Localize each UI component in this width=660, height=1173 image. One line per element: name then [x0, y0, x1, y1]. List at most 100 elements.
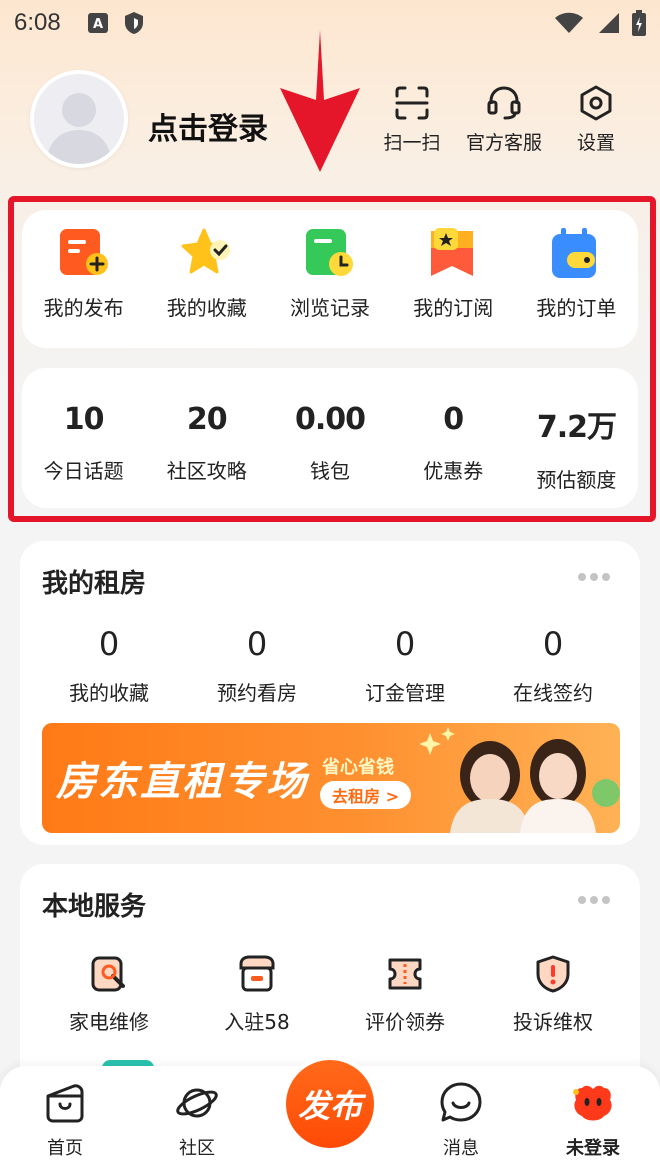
settings-button[interactable]: 设置	[550, 84, 642, 155]
default-avatar-icon	[34, 74, 124, 164]
rent-card-title: 我的租房	[42, 569, 147, 599]
service-label: 入驻58	[224, 1010, 290, 1034]
stat-community-guides[interactable]: 20 社区攻略	[145, 402, 268, 493]
nav-messages[interactable]: 消息	[416, 1080, 506, 1160]
avatar[interactable]	[30, 70, 128, 168]
message-icon	[440, 1082, 482, 1122]
annotation-arrow-icon	[280, 30, 360, 172]
quick-item-favorites[interactable]: 我的收藏	[145, 226, 268, 321]
stat-estimated-credit[interactable]: 7.2万 预估额度	[515, 402, 638, 493]
services-card-title: 本地服务	[42, 892, 147, 922]
scan-icon	[395, 86, 429, 120]
planet-icon	[176, 1088, 218, 1118]
landlord-rent-banner[interactable]: 房东直租专场 省心省钱 去租房 >	[42, 723, 620, 833]
quick-item-orders[interactable]: 我的订单	[515, 226, 638, 321]
rent-label: 预约看房	[217, 681, 297, 705]
signal-icon	[599, 13, 619, 33]
font-a-icon: A	[87, 13, 108, 33]
order-icon	[552, 228, 597, 278]
rent-item-deposit-management[interactable]: 0 订金管理	[332, 625, 478, 706]
coupon-icon	[388, 958, 422, 990]
services-more-icon[interactable]	[578, 896, 610, 904]
nav-label: 社区	[179, 1138, 215, 1159]
stat-wallet[interactable]: 0.00 钱包	[268, 402, 391, 493]
login-link[interactable]: 点击登录	[148, 104, 268, 148]
publish-label: 发布	[297, 1087, 362, 1125]
customer-service-button[interactable]: 官方客服	[458, 84, 550, 155]
service-join-58[interactable]: 入驻58	[184, 954, 330, 1035]
stat-label: 社区攻略	[166, 459, 247, 483]
shield-icon	[124, 12, 143, 34]
rent-value: 0	[98, 625, 120, 663]
stat-value: 7.2万	[536, 410, 617, 445]
quick-item-history[interactable]: 浏览记录	[268, 226, 391, 321]
service-review-coupon[interactable]: 评价领券	[332, 954, 478, 1035]
rent-card: 我的租房 0 我的收藏 0 预约看房 0 订金管理 0 在线签约 房东直租专场 …	[20, 541, 640, 845]
rent-label: 在线签约	[513, 681, 593, 705]
home-bag-icon	[46, 1084, 84, 1123]
quick-links-card: 我的发布 我的收藏 浏览记录 我的订阅 我的订单	[22, 210, 638, 348]
stat-value: 10	[63, 402, 105, 437]
rent-label: 订金管理	[365, 681, 445, 705]
quick-item-label: 浏览记录	[290, 296, 370, 320]
nav-label: 消息	[443, 1138, 479, 1159]
nav-profile[interactable]: 未登录	[548, 1080, 638, 1160]
status-time: 6:08	[14, 9, 61, 36]
rent-label: 我的收藏	[69, 681, 149, 705]
publish-doc-icon	[59, 229, 108, 275]
scan-label: 扫一扫	[383, 132, 441, 154]
quick-item-label: 我的收藏	[166, 296, 247, 320]
star-icon	[181, 228, 230, 274]
rent-value: 0	[394, 625, 416, 663]
banner-rent-button[interactable]: 去租房 >	[320, 781, 411, 809]
nav-label: 未登录	[566, 1138, 620, 1159]
customer-service-label: 官方客服	[465, 132, 542, 154]
stat-label: 今日话题	[43, 459, 124, 483]
rent-value: 0	[542, 625, 564, 663]
service-complaint[interactable]: 投诉维权	[480, 954, 626, 1035]
service-label: 家电维修	[69, 1010, 149, 1034]
quick-item-my-posts[interactable]: 我的发布	[22, 226, 145, 321]
quick-item-label: 我的发布	[43, 296, 124, 320]
repair-icon	[91, 956, 125, 992]
stat-value: 0.00	[294, 402, 366, 437]
stat-label: 钱包	[310, 459, 350, 483]
settings-label: 设置	[576, 132, 615, 154]
service-label: 评价领券	[365, 1010, 445, 1034]
quick-item-label: 我的订单	[536, 296, 617, 320]
headset-icon	[487, 86, 521, 120]
rent-value: 0	[246, 625, 268, 663]
stat-label: 优惠券	[423, 459, 484, 483]
stat-value: 0	[443, 402, 464, 437]
store-icon	[239, 955, 275, 992]
stats-card: 10 今日话题 20 社区攻略 0.00 钱包 0 优惠券 7.2万 预估额度	[22, 368, 638, 508]
service-label: 投诉维权	[513, 1010, 593, 1034]
stat-today-topics[interactable]: 10 今日话题	[22, 402, 145, 493]
quick-item-label: 我的订阅	[413, 296, 494, 320]
stat-value: 20	[186, 402, 228, 437]
complaint-icon	[536, 955, 570, 993]
stat-label: 预估额度	[536, 468, 617, 492]
banner-people-illustration	[420, 727, 620, 833]
svg-text:A: A	[93, 17, 103, 32]
history-icon	[306, 229, 353, 276]
rent-item-viewing-appointments[interactable]: 0 预约看房	[184, 625, 330, 706]
nav-home[interactable]: 首页	[20, 1080, 110, 1160]
publish-button[interactable]: 发布	[282, 1056, 378, 1152]
wifi-icon	[555, 12, 583, 33]
stat-coupons[interactable]: 0 优惠券	[392, 402, 515, 493]
quick-item-subscriptions[interactable]: 我的订阅	[392, 226, 515, 321]
battery-icon	[632, 10, 646, 36]
banner-subtitle: 省心省钱	[322, 757, 394, 778]
rent-more-icon[interactable]	[578, 573, 610, 581]
mascot-icon	[573, 1085, 612, 1121]
settings-icon	[580, 85, 612, 121]
subscribe-icon	[431, 228, 474, 276]
banner-title: 房东直租专场	[56, 759, 308, 805]
rent-item-favorites[interactable]: 0 我的收藏	[36, 625, 182, 706]
rent-item-online-signing[interactable]: 0 在线签约	[480, 625, 626, 706]
scan-button[interactable]: 扫一扫	[366, 84, 458, 155]
service-appliance-repair[interactable]: 家电维修	[36, 954, 182, 1035]
nav-label: 首页	[47, 1138, 83, 1159]
nav-community[interactable]: 社区	[152, 1080, 242, 1160]
